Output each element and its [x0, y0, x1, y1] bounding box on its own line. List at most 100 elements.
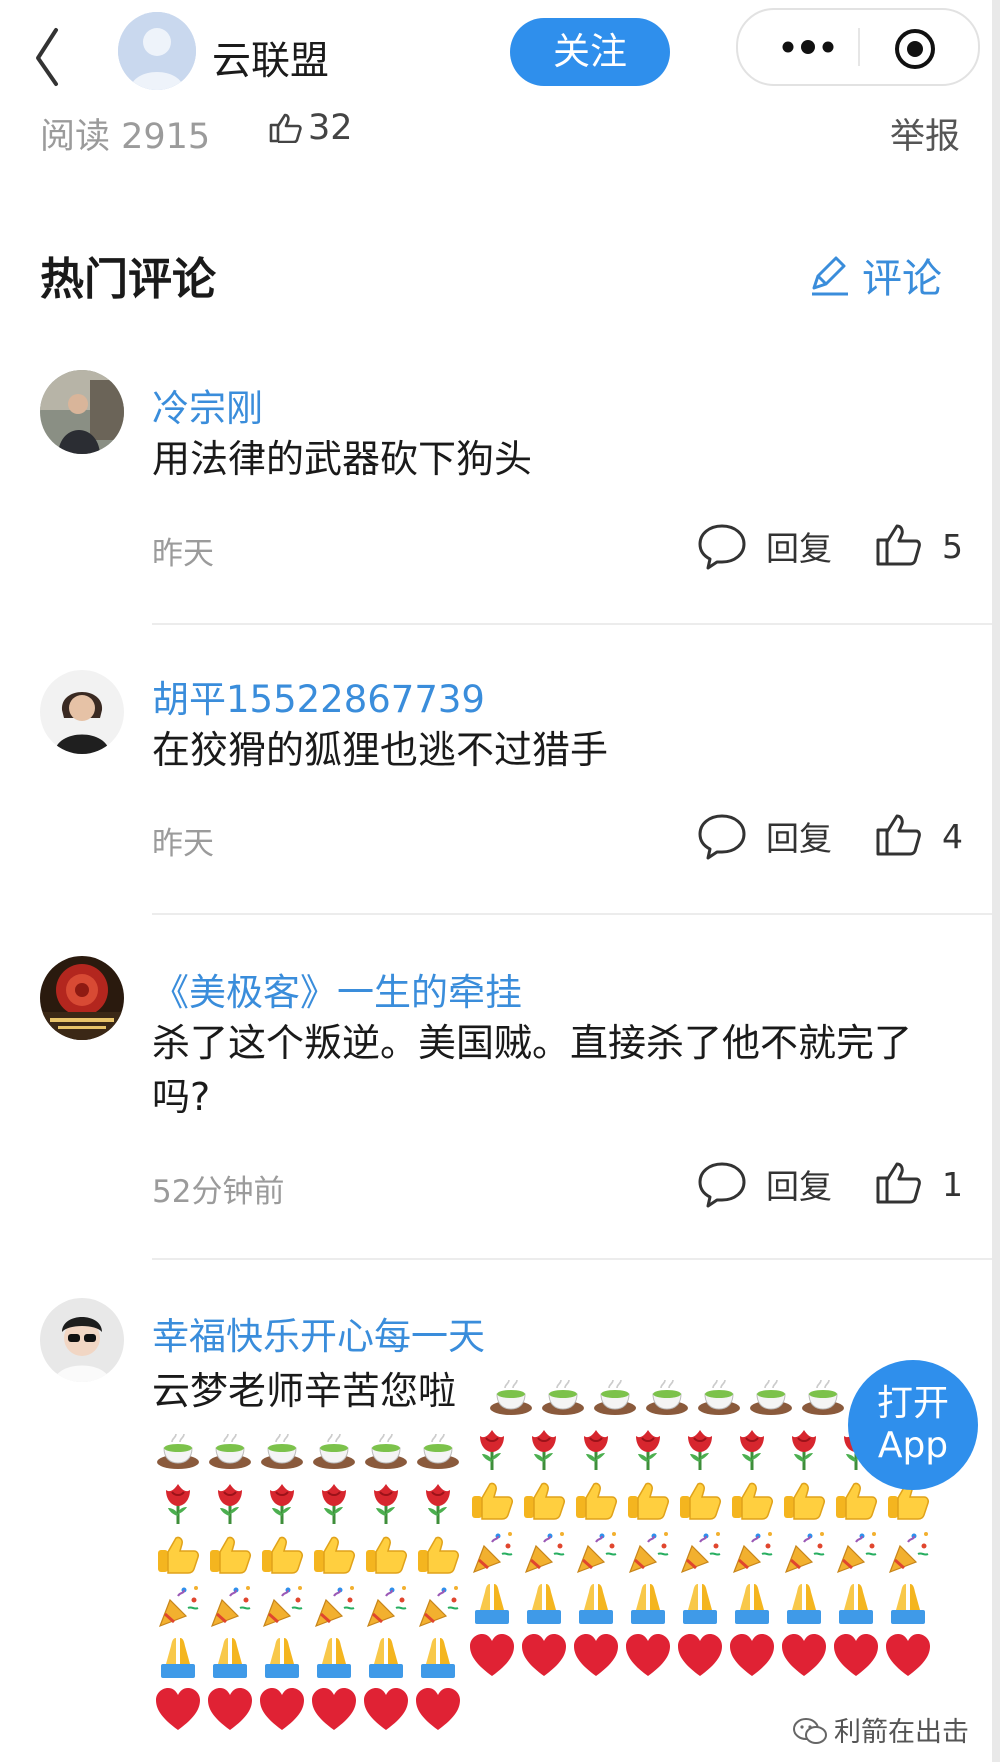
- like-count: 5: [942, 527, 963, 566]
- party-emoji-icon: [778, 1526, 830, 1578]
- account-avatar[interactable]: [118, 12, 196, 90]
- pray-emoji-icon: [570, 1578, 622, 1630]
- tea-emoji-icon: [485, 1370, 537, 1422]
- thumbs-emoji-icon: [622, 1474, 674, 1526]
- open-app-line1: 打开: [876, 1383, 949, 1424]
- tea-emoji-icon: [641, 1370, 693, 1422]
- party-emoji-icon: [726, 1526, 778, 1578]
- thumbs-emoji-icon: [466, 1474, 518, 1526]
- more-dots-icon[interactable]: [766, 32, 850, 62]
- party-emoji-icon: [152, 1580, 204, 1632]
- comment-text: 用法律的武器砍下狗头: [152, 437, 533, 481]
- party-emoji-icon: [256, 1580, 308, 1632]
- heart-emoji-icon: [622, 1630, 674, 1682]
- heart-emoji-icon: [882, 1630, 934, 1682]
- reply-label: 回复: [766, 819, 832, 858]
- thumbs-emoji-icon: [152, 1528, 204, 1580]
- pray-emoji-icon: [830, 1578, 882, 1630]
- thumbs-emoji-icon: [204, 1528, 256, 1580]
- write-comment-label: 评论: [862, 256, 942, 302]
- emoji-grid-left: [152, 1424, 464, 1736]
- tea-emoji-icon: [204, 1424, 256, 1476]
- rose-emoji-icon: [674, 1422, 726, 1474]
- heart-emoji-icon: [308, 1684, 360, 1736]
- party-emoji-icon: [570, 1526, 622, 1578]
- rose-emoji-icon: [412, 1476, 464, 1528]
- tea-emoji-icon: [537, 1370, 589, 1422]
- thumbs-emoji-icon: [518, 1474, 570, 1526]
- write-comment-button[interactable]: 评论: [806, 246, 942, 304]
- avatar[interactable]: [40, 670, 124, 754]
- comment-time: 昨天: [152, 826, 214, 862]
- article-like[interactable]: 32: [268, 108, 353, 148]
- pray-emoji-icon: [308, 1632, 360, 1684]
- comment-divider: [152, 913, 992, 915]
- party-emoji-icon: [622, 1526, 674, 1578]
- like-count: 4: [942, 817, 963, 856]
- heart-emoji-icon: [674, 1630, 726, 1682]
- thumbs-emoji-icon: [674, 1474, 726, 1526]
- avatar[interactable]: [40, 956, 124, 1040]
- party-emoji-icon: [412, 1580, 464, 1632]
- comment-text-content: 云梦老师辛苦您啦: [152, 1369, 457, 1413]
- thumbs-up-icon: [876, 524, 921, 566]
- rose-emoji-icon: [518, 1422, 570, 1474]
- avatar[interactable]: [40, 1298, 124, 1382]
- heart-emoji-icon: [256, 1684, 308, 1736]
- rose-emoji-icon: [726, 1422, 778, 1474]
- rose-emoji-icon: [466, 1422, 518, 1474]
- report-link[interactable]: 举报: [890, 108, 960, 152]
- pray-emoji-icon: [882, 1578, 934, 1630]
- heart-emoji-icon: [204, 1684, 256, 1736]
- back-icon[interactable]: [26, 20, 72, 90]
- reply-button[interactable]: 回复: [696, 812, 832, 862]
- comment-like-button[interactable]: 5: [874, 522, 963, 568]
- comment-divider: [152, 623, 992, 625]
- comment-time: 52分钟前: [152, 1174, 285, 1210]
- thumbs-up-icon: [876, 1162, 921, 1204]
- pray-emoji-icon: [674, 1578, 726, 1630]
- account-name[interactable]: 云联盟: [212, 30, 329, 86]
- rose-emoji-icon: [256, 1476, 308, 1528]
- reply-button[interactable]: 回复: [696, 522, 832, 572]
- party-emoji-icon: [882, 1526, 934, 1578]
- hot-comments-title: 热门评论: [40, 254, 216, 305]
- tea-emoji-icon: [360, 1424, 412, 1476]
- reply-button[interactable]: 回复: [696, 1160, 832, 1210]
- avatar[interactable]: [40, 370, 124, 454]
- party-emoji-icon: [518, 1526, 570, 1578]
- pray-emoji-icon: [622, 1578, 674, 1630]
- thumbs-emoji-icon: [412, 1528, 464, 1580]
- thumbs-emoji-icon: [308, 1528, 360, 1580]
- target-icon[interactable]: [892, 26, 938, 72]
- rose-emoji-icon: [204, 1476, 256, 1528]
- tea-emoji-icon: [745, 1370, 797, 1422]
- comment-author[interactable]: 《美极客》一生的牵挂: [152, 962, 522, 1016]
- comment-like-button[interactable]: 1: [874, 1160, 963, 1206]
- heart-emoji-icon: [518, 1630, 570, 1682]
- tea-emoji-icon: [693, 1370, 745, 1422]
- comment-author[interactable]: 幸福快乐开心每一天: [152, 1306, 485, 1360]
- comment-text: 在狡猾的狐狸也逃不过猎手: [152, 728, 609, 772]
- watermark-text: 利箭在出击: [834, 1717, 969, 1748]
- rose-emoji-icon: [622, 1422, 674, 1474]
- emoji-row-inline: [485, 1370, 849, 1422]
- thumbs-emoji-icon: [726, 1474, 778, 1526]
- watermark: 利箭在出击: [792, 1710, 969, 1749]
- thumbs-emoji-icon: [830, 1474, 882, 1526]
- reply-label: 回复: [766, 1167, 832, 1206]
- open-app-button[interactable]: 打开 App: [848, 1360, 978, 1490]
- comment-author[interactable]: 冷宗刚: [152, 378, 263, 432]
- tea-emoji-icon: [256, 1424, 308, 1476]
- pray-emoji-icon: [518, 1578, 570, 1630]
- heart-emoji-icon: [726, 1630, 778, 1682]
- thumbs-emoji-icon: [778, 1474, 830, 1526]
- comment-author[interactable]: 胡平15522867739: [152, 669, 485, 723]
- party-emoji-icon: [360, 1580, 412, 1632]
- reply-label: 回复: [766, 529, 832, 568]
- article-like-count: 32: [308, 108, 353, 148]
- comment-like-button[interactable]: 4: [874, 812, 963, 858]
- party-emoji-icon: [466, 1526, 518, 1578]
- heart-emoji-icon: [570, 1630, 622, 1682]
- follow-button[interactable]: 关注: [510, 18, 670, 86]
